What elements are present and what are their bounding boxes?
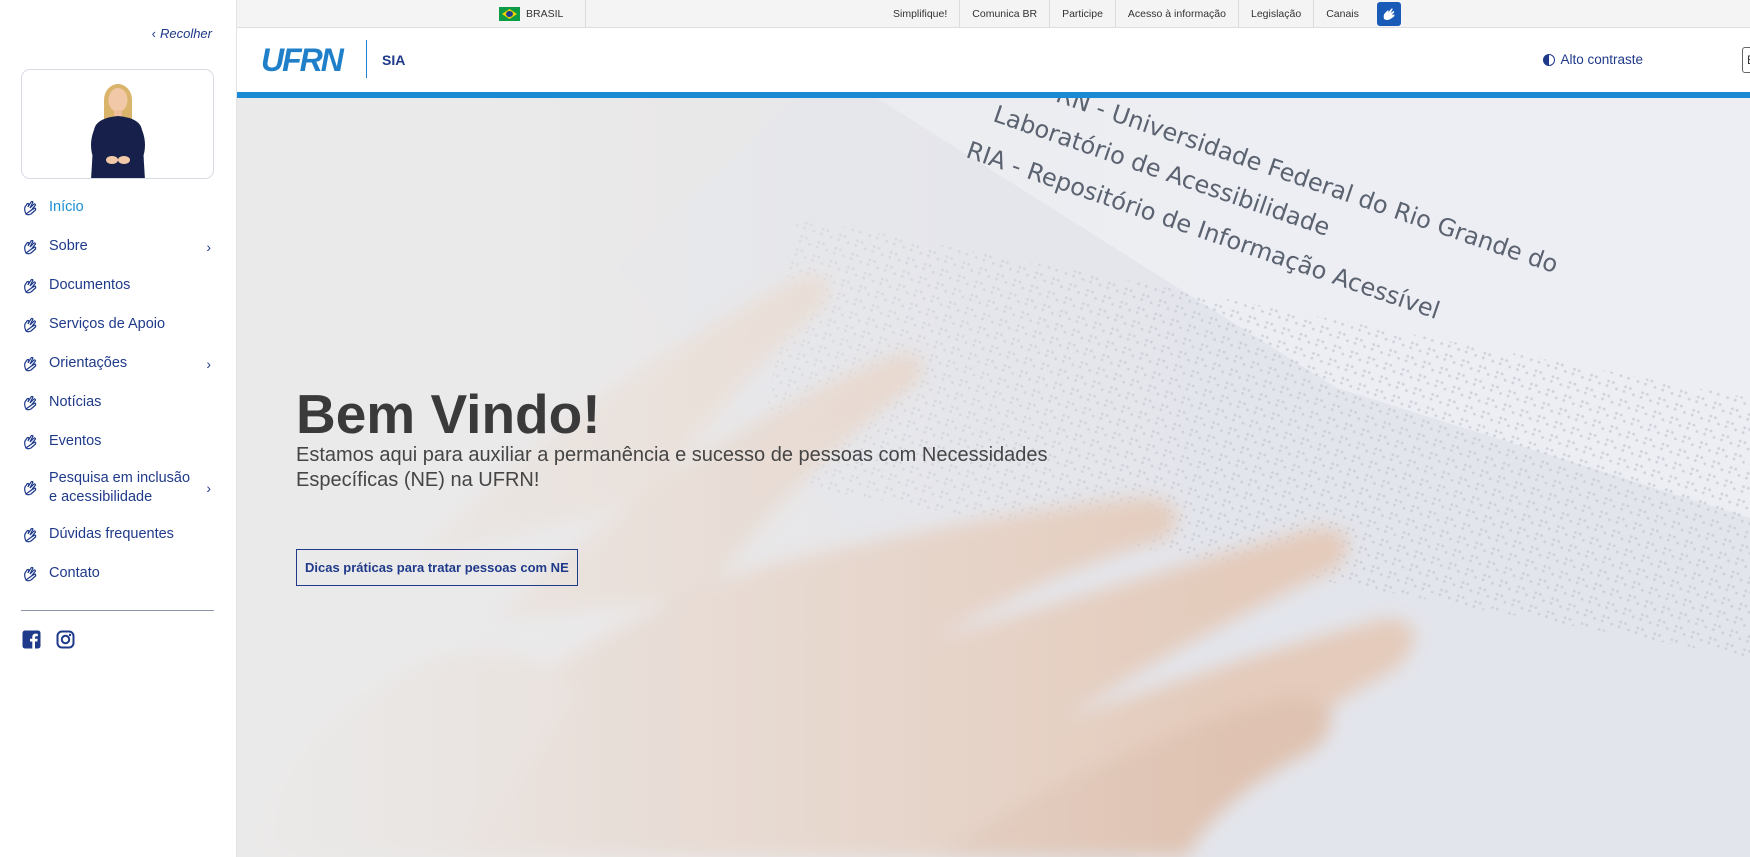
hand-sign-icon [24,278,37,293]
hand-sign-icon [24,566,37,581]
chevron-right-icon: › [206,355,211,372]
sidebar-item-label: Dúvidas frequentes [49,526,174,542]
sidebar: ‹ Recolher Início Sobre › Documentos Ser… [0,0,237,857]
hero-title: Bem Vindo! [296,383,601,445]
hand-sign-icon [24,527,37,542]
sidebar-item-sobre[interactable]: Sobre › [0,227,237,266]
sidebar-item-pesquisa[interactable]: Pesquisa em inclusão e acessibilidade › [0,461,237,515]
gov-country-label: BRASIL [526,8,564,20]
sidebar-item-label: Notícias [49,394,102,410]
sidebar-item-label: Eventos [49,433,102,449]
vlibras-icon [1383,8,1395,20]
site-name[interactable]: SIA [382,52,405,68]
logo-separator [366,40,367,78]
sidebar-item-noticias[interactable]: Notícias [0,383,237,422]
chevron-right-icon: › [206,480,211,496]
gov-links: Simplifique! Comunica BR Participe Acess… [881,0,1371,28]
gov-link-acesso-informacao[interactable]: Acesso à informação [1116,0,1239,28]
hand-sign-icon [24,317,37,332]
sidebar-item-eventos[interactable]: Eventos [0,422,237,461]
hand-sign-icon [24,434,37,449]
sidebar-item-label: Orientações [49,355,128,371]
sidebar-item-label: Serviços de Apoio [49,316,166,332]
brazil-flag-icon [499,7,520,21]
hand-sign-icon [24,480,37,496]
sidebar-item-duvidas-frequentes[interactable]: Dúvidas frequentes [0,515,237,554]
gov-link-simplifique[interactable]: Simplifique! [881,0,961,28]
instagram-icon[interactable] [56,630,75,649]
facebook-icon[interactable] [22,630,41,649]
hand-sign-icon [24,356,37,371]
sidebar-item-label: Pesquisa em inclusão e acessibilidade [49,470,191,505]
collapse-label: Recolher [159,26,212,41]
ufrn-logo[interactable]: UFRN [261,42,344,79]
gov-brasil-link[interactable]: BRASIL [499,0,587,28]
site-header: UFRN SIA Alto contraste E [237,28,1750,92]
practical-tips-button[interactable]: Dicas práticas para tratar pessoas com N… [296,549,578,586]
sidebar-item-label: Início [49,199,84,215]
high-contrast-toggle[interactable]: Alto contraste [1543,52,1643,67]
gov-link-canais[interactable]: Canais [1314,0,1371,28]
sidebar-item-label: Contato [49,565,100,581]
sidebar-nav: Início Sobre › Documentos Serviços de Ap… [0,188,237,593]
vlibras-button[interactable] [1377,2,1401,26]
gov-link-legislacao[interactable]: Legislação [1239,0,1315,28]
chevron-right-icon: › [206,238,211,255]
sidebar-item-inicio[interactable]: Início [0,188,237,227]
sign-language-interpreter-image [91,84,145,178]
sidebar-item-label: Sobre [49,238,88,254]
gov-bar: BRASIL Simplifique! Comunica BR Particip… [237,0,1750,28]
hand-sign-icon [24,200,37,215]
sign-language-avatar-box [21,69,214,179]
hero-banner: UFRN - Universidade Federal do Rio Grand… [237,98,1750,857]
gov-link-participe[interactable]: Participe [1050,0,1116,28]
contrast-icon [1543,53,1556,66]
sidebar-divider [21,610,214,611]
hand-sign-icon [24,395,37,410]
contrast-label: Alto contraste [1560,52,1643,67]
social-links [22,630,75,649]
sidebar-item-contato[interactable]: Contato [0,554,237,593]
sidebar-item-orientacoes[interactable]: Orientações › [0,344,237,383]
collapse-sidebar-button[interactable]: ‹ Recolher [152,26,212,41]
hero-subtitle: Estamos aqui para auxiliar a permanência… [296,444,1048,491]
sidebar-item-documentos[interactable]: Documentos [0,266,237,305]
hand-sign-icon [24,239,37,254]
sidebar-item-label: Documentos [49,277,131,293]
header-cutoff-button[interactable]: E [1742,47,1750,73]
gov-link-comunica-br[interactable]: Comunica BR [960,0,1051,28]
sidebar-item-servicos-de-apoio[interactable]: Serviços de Apoio [0,305,237,344]
chevron-left-icon: ‹ [151,26,156,41]
